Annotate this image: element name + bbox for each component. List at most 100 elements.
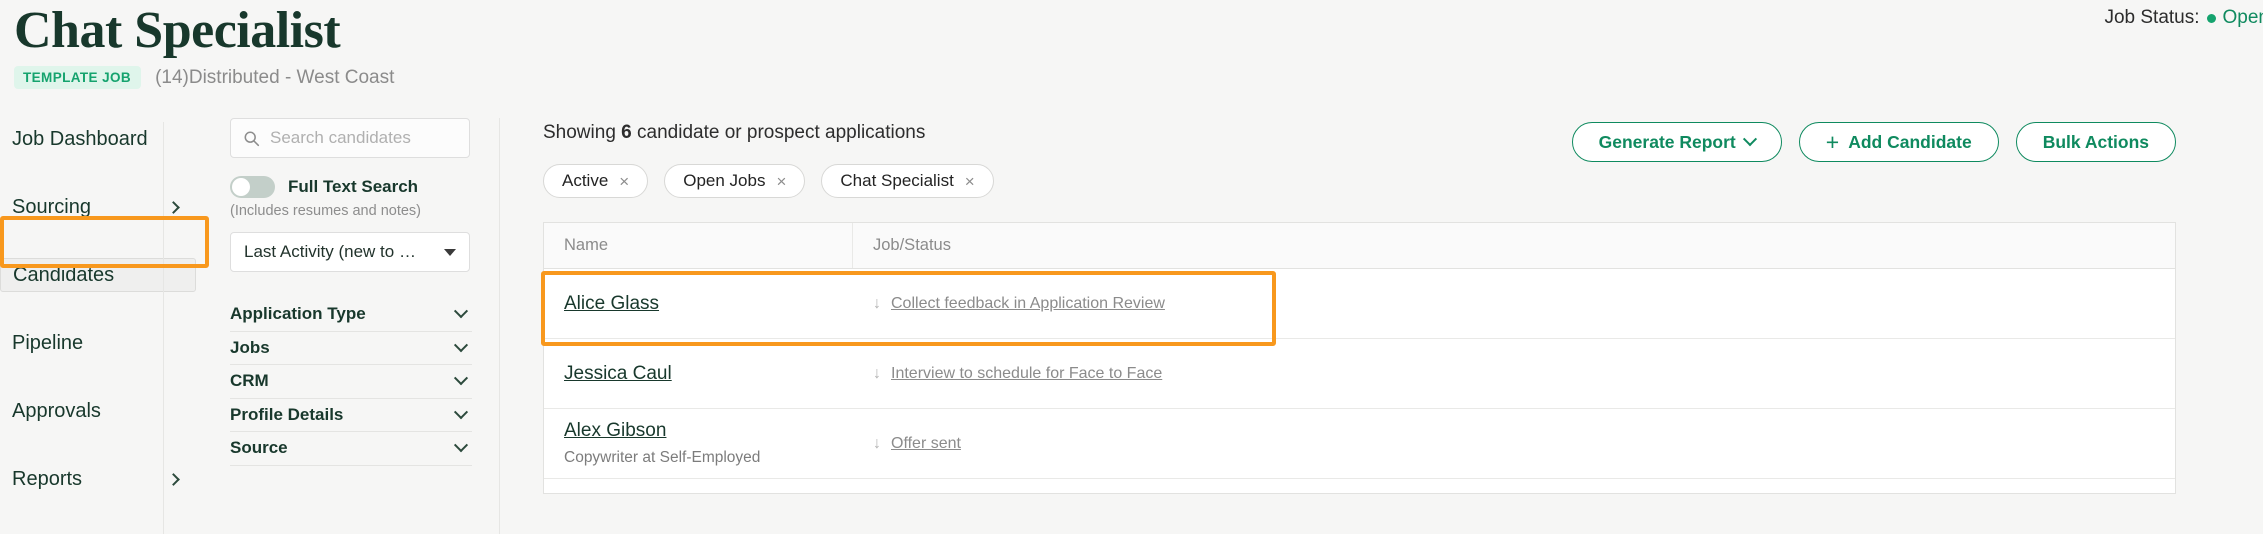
filter-section-source[interactable]: Source: [230, 432, 472, 466]
sidebar-item-job-dashboard[interactable]: Job Dashboard: [0, 122, 196, 156]
full-text-search-label: Full Text Search: [288, 177, 419, 196]
column-header-name[interactable]: Name: [544, 223, 853, 268]
filter-chip-active[interactable]: Active ×: [543, 164, 649, 198]
candidate-name-cell: Jessica Caul: [544, 363, 853, 385]
candidate-name-link[interactable]: Alex Gibson: [564, 420, 853, 442]
bulk-actions-label: Bulk Actions: [2042, 131, 2149, 152]
sidebar-item-label: Reports: [12, 467, 83, 490]
job-status: Job Status: Open: [2104, 7, 2263, 29]
caret-down-icon: [444, 248, 456, 256]
filter-section-crm[interactable]: CRM: [230, 365, 472, 399]
filter-section-application-type[interactable]: Application Type: [230, 298, 472, 332]
close-icon[interactable]: ×: [965, 173, 975, 190]
table-row[interactable]: Jessica Caul ↓ Interview to schedule for…: [544, 339, 2175, 409]
arrow-down-icon: ↓: [873, 294, 881, 312]
chevron-down-icon: [453, 304, 469, 319]
job-subline: TEMPLATE JOB (14)Distributed - West Coas…: [14, 66, 394, 89]
table-row[interactable]: Alice Glass ↓ Collect feedback in Applic…: [544, 269, 2175, 339]
sidebar-nav: Job Dashboard Sourcing Candidates Pipeli…: [0, 122, 196, 534]
chevron-down-icon: [1742, 132, 1757, 147]
candidates-table: Name Job/Status Alice Glass ↓ Collect fe…: [543, 222, 2176, 494]
arrow-down-icon: ↓: [873, 364, 881, 382]
filter-section-label: Jobs: [230, 337, 270, 357]
sidebar-divider: [163, 122, 164, 534]
candidate-subtitle: Copywriter at Self-Employed: [564, 449, 761, 466]
candidate-status-cell: ↓ Collect feedback in Application Review: [853, 295, 2175, 313]
toggle-knob: [232, 178, 250, 196]
filter-section-label: Source: [230, 438, 288, 458]
full-text-search-note: (Includes resumes and notes): [230, 203, 422, 219]
candidate-status-cell: ↓ Interview to schedule for Face to Face: [853, 365, 2175, 383]
candidate-status-link[interactable]: Interview to schedule for Face to Face: [891, 365, 1162, 383]
sidebar-item-approvals[interactable]: Approvals: [0, 394, 196, 428]
chevron-down-icon: [453, 438, 469, 453]
sidebar-item-label: Job Dashboard: [12, 127, 148, 150]
close-icon[interactable]: ×: [619, 173, 629, 190]
filters-divider: [499, 118, 500, 534]
generate-report-button[interactable]: Generate Report: [1571, 122, 1782, 162]
chevron-right-icon: [167, 200, 180, 214]
candidate-status-link[interactable]: Offer sent: [891, 435, 961, 453]
filter-section-profile-details[interactable]: Profile Details: [230, 399, 472, 432]
filter-chip-chat-specialist[interactable]: Chat Specialist ×: [821, 164, 994, 198]
template-job-badge: TEMPLATE JOB: [14, 66, 142, 89]
page-title: Chat Specialist: [14, 2, 341, 59]
bulk-actions-button[interactable]: Bulk Actions: [2015, 122, 2176, 162]
column-header-job-status[interactable]: Job/Status: [853, 223, 2175, 268]
full-text-search-row[interactable]: Full Text Search: [230, 176, 508, 198]
search-candidates-box[interactable]: [230, 118, 470, 158]
active-filter-chips: Active × Open Jobs × Chat Specialist ×: [543, 164, 2263, 198]
candidate-name-cell: Alice Glass: [544, 293, 853, 315]
add-candidate-label: Add Candidate: [1848, 131, 1972, 152]
chevron-right-icon: [167, 472, 180, 486]
sidebar-item-pipeline[interactable]: Pipeline: [0, 326, 196, 360]
sidebar-item-label: Sourcing: [12, 195, 91, 218]
chip-label: Chat Specialist: [840, 171, 954, 190]
sidebar-item-job-setup[interactable]: Job Setup: [0, 530, 196, 534]
chevron-down-icon: [453, 404, 469, 419]
chip-label: Active: [562, 171, 609, 190]
job-status-value[interactable]: Open: [2223, 7, 2263, 29]
search-input[interactable]: [270, 128, 450, 148]
status-dot-icon: [2206, 13, 2216, 23]
showing-prefix: Showing: [543, 122, 622, 143]
add-candidate-button[interactable]: + Add Candidate: [1798, 122, 1999, 162]
table-row[interactable]: Alex Gibson Copywriter at Self-Employed …: [544, 409, 2175, 479]
chip-label: Open Jobs: [683, 171, 766, 190]
generate-report-label: Generate Report: [1598, 131, 1736, 152]
sidebar-item-label: Approvals: [12, 399, 101, 422]
action-buttons: Generate Report + Add Candidate Bulk Act…: [1571, 122, 2176, 162]
candidates-page: Chat Specialist TEMPLATE JOB (14)Distrib…: [0, 0, 2263, 534]
filter-section-label: Application Type: [230, 304, 366, 324]
showing-count: 6: [621, 122, 632, 143]
arrow-down-icon: ↓: [873, 434, 881, 452]
showing-suffix: candidate or prospect applications: [631, 122, 926, 143]
sidebar-item-label: Candidates: [13, 263, 115, 286]
sort-select[interactable]: Last Activity (new to …: [230, 232, 470, 272]
candidate-status-link[interactable]: Collect feedback in Application Review: [891, 295, 1165, 313]
filter-section-jobs[interactable]: Jobs: [230, 332, 472, 365]
main-content: Showing 6 candidate or prospect applicat…: [543, 122, 2263, 494]
sidebar-item-label: Pipeline: [12, 331, 84, 354]
chevron-down-icon: [453, 371, 469, 386]
filter-sections: Application Type Jobs CRM Profile Detail…: [230, 298, 472, 466]
candidate-status-cell: ↓ Offer sent: [853, 435, 2175, 453]
chevron-down-icon: [453, 337, 469, 352]
sidebar-item-candidates[interactable]: Candidates: [0, 258, 196, 292]
sidebar-item-reports[interactable]: Reports: [0, 462, 196, 496]
full-text-search-toggle[interactable]: [230, 176, 275, 198]
sidebar-item-sourcing[interactable]: Sourcing: [0, 190, 196, 224]
filter-chip-open-jobs[interactable]: Open Jobs ×: [664, 164, 806, 198]
table-header-row: Name Job/Status: [544, 223, 2175, 269]
table-row-partial[interactable]: [544, 479, 2175, 493]
candidate-name-link[interactable]: Alice Glass: [564, 293, 853, 315]
close-icon[interactable]: ×: [776, 173, 786, 190]
plus-icon: +: [1825, 128, 1840, 155]
candidate-name-link[interactable]: Jessica Caul: [564, 363, 853, 385]
filter-panel: Full Text Search (Includes resumes and n…: [230, 118, 508, 466]
